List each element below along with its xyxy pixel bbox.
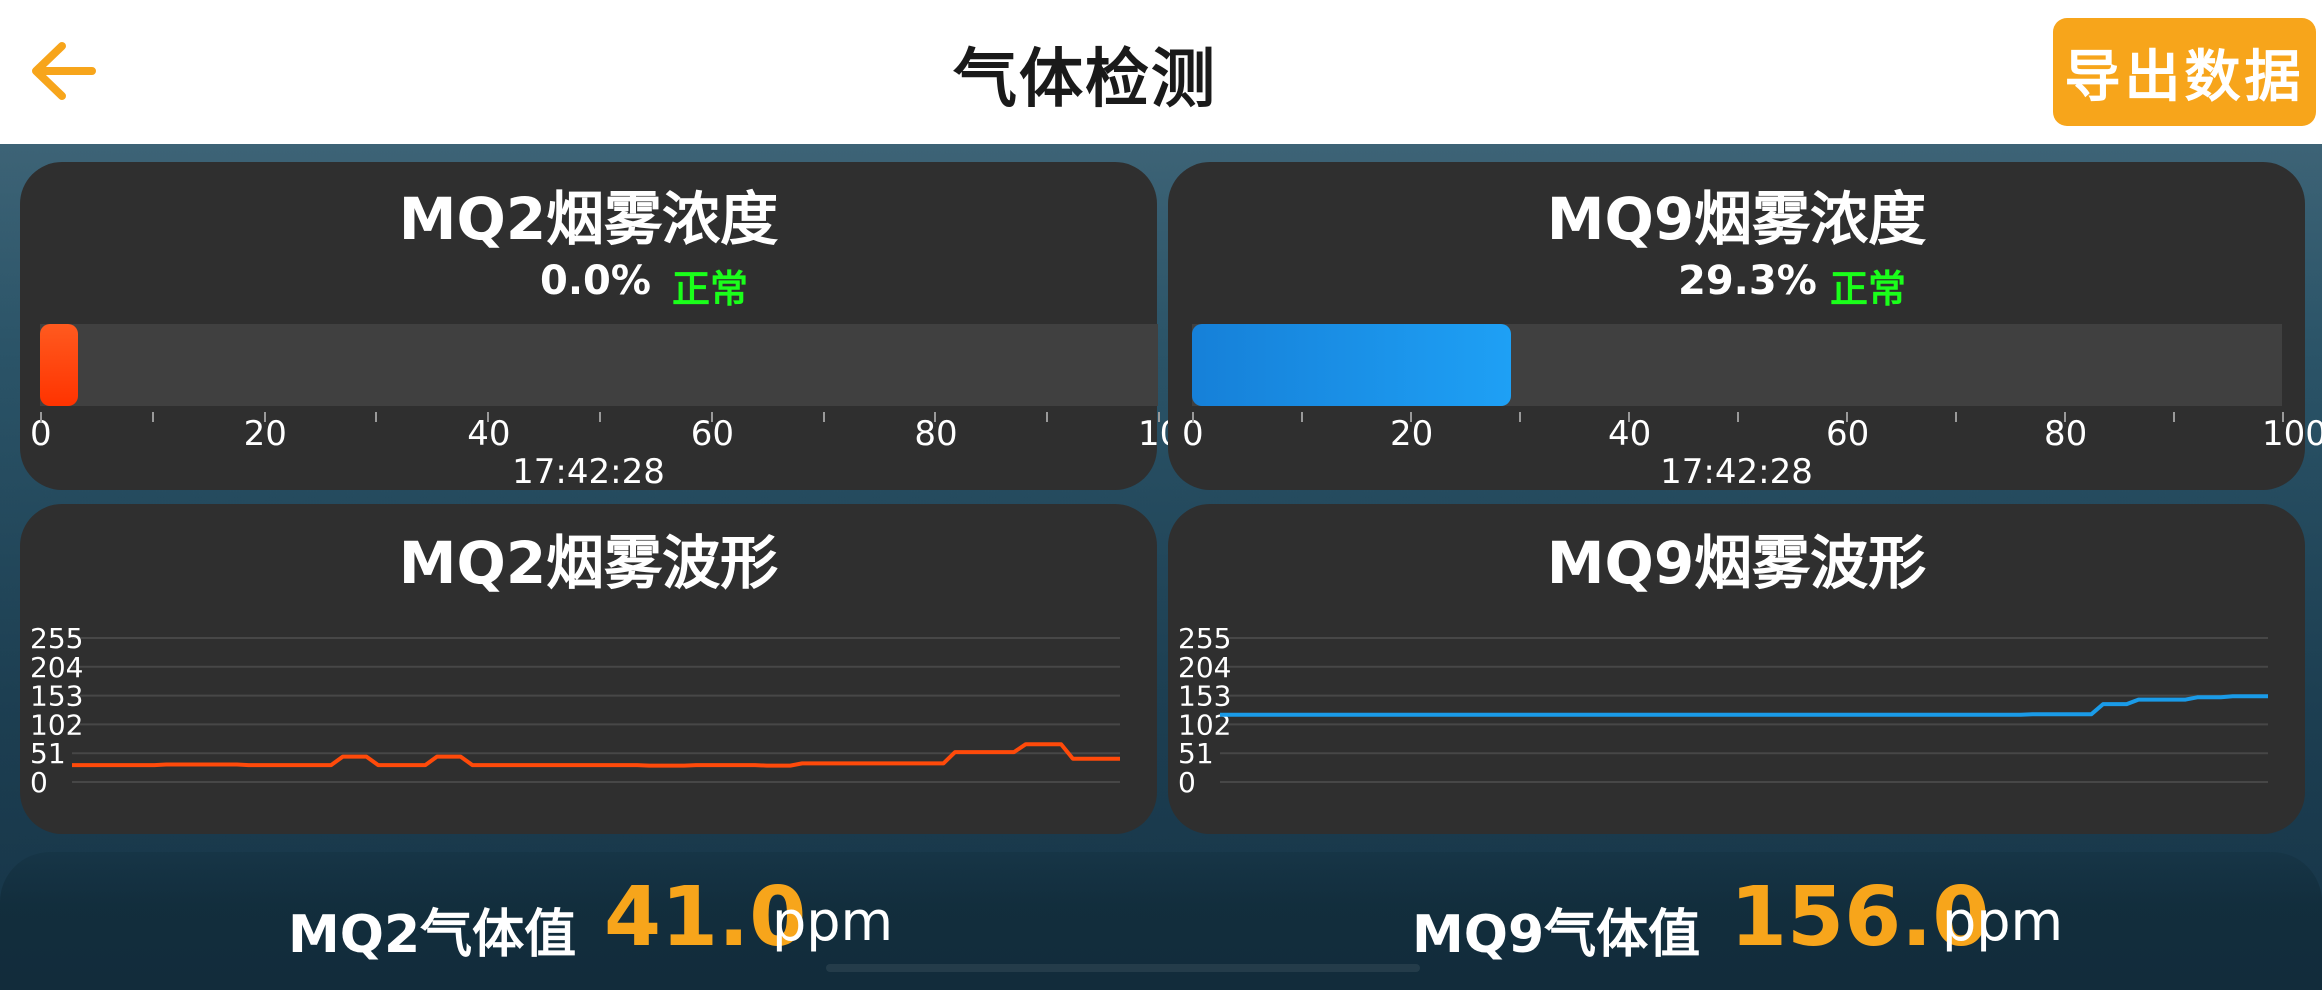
waveform-series-line (1220, 694, 2268, 717)
status-badge: 正常 (1830, 267, 1907, 311)
top-bar: 气体检测 导出数据 (0, 0, 2322, 144)
axis-tick-mark (1192, 412, 1194, 422)
concentration-percent: 29.3% (1678, 258, 1817, 304)
axis-tick-mark (710, 412, 713, 422)
mq9-waveform-chart: 255204153102510 (1178, 622, 2268, 799)
axis-tick-mark (1519, 412, 1521, 422)
axis-tick-mark (1846, 412, 1848, 422)
axis-tick-mark (934, 412, 937, 422)
axis-tick-mark (599, 412, 601, 422)
axis-tick-label: 100 (2262, 414, 2322, 454)
axis-tick-mark (151, 412, 154, 422)
axis-tick-mark (1955, 412, 1957, 422)
axis-tick-mark (1737, 412, 1739, 422)
concentration-bar-fill (1192, 324, 1512, 406)
mq9-waveform-panel: MQ9烟雾波形 255 204 153 102 51 0 (1168, 504, 2305, 834)
page-title: 气体检测 (953, 43, 1217, 117)
axis-tick-mark (1301, 412, 1303, 422)
panel-title: MQ2烟雾浓度 (398, 185, 779, 253)
export-data-button[interactable]: 导出数据 (2053, 18, 2316, 126)
mq9-concentration-panel: MQ9烟雾浓度 29.3% 正常 0 20 40 60 80 100 17:42:28 (1168, 162, 2322, 492)
timestamp: 17:42:28 (512, 452, 665, 492)
waveform-series-line (72, 742, 1120, 768)
timestamp: 17:42:28 (1660, 452, 1813, 492)
mq2-reading-unit: ppm (772, 890, 894, 953)
y-tick-label: 0 (1178, 766, 1196, 799)
axis-tick-mark (263, 412, 266, 422)
mq2-waveform-chart: 255204153102510 (30, 622, 1120, 799)
axis-tick-mark (375, 412, 378, 422)
axis-tick-mark (1628, 412, 1630, 422)
panel-title: MQ9烟雾浓度 (1546, 185, 1927, 253)
axis-tick-mark (40, 412, 42, 422)
concentration-percent: 0.0% (540, 258, 651, 304)
mq9-reading-label: MQ9气体值 (1412, 905, 1701, 965)
mq9-reading-unit: ppm (1942, 890, 2064, 953)
y-tick-label: 0 (30, 766, 48, 799)
status-badge: 正常 (672, 267, 749, 311)
axis-tick-mark (1158, 412, 1160, 422)
axis-tick-mark (2173, 412, 2175, 422)
mq2-reading-label: MQ2气体值 (288, 905, 577, 965)
axis-tick-mark (822, 412, 825, 422)
concentration-bar (40, 324, 1158, 406)
axis-tick-mark (2064, 412, 2066, 422)
axis-tick-mark (487, 412, 490, 422)
axis-tick-mark (1410, 412, 1412, 422)
axis-tick-mark (2282, 412, 2284, 422)
mq2-waveform-panel: MQ2烟雾波形 255 204 153 102 51 0 (20, 504, 1157, 834)
axis-tick-mark (1046, 412, 1049, 422)
concentration-bar-fill (40, 324, 78, 406)
mq2-concentration-panel: MQ2烟雾浓度 0.0% 正常 020406080100 17:42:28 (20, 162, 1203, 492)
home-indicator[interactable] (826, 964, 1420, 972)
concentration-bar (1192, 324, 2282, 406)
